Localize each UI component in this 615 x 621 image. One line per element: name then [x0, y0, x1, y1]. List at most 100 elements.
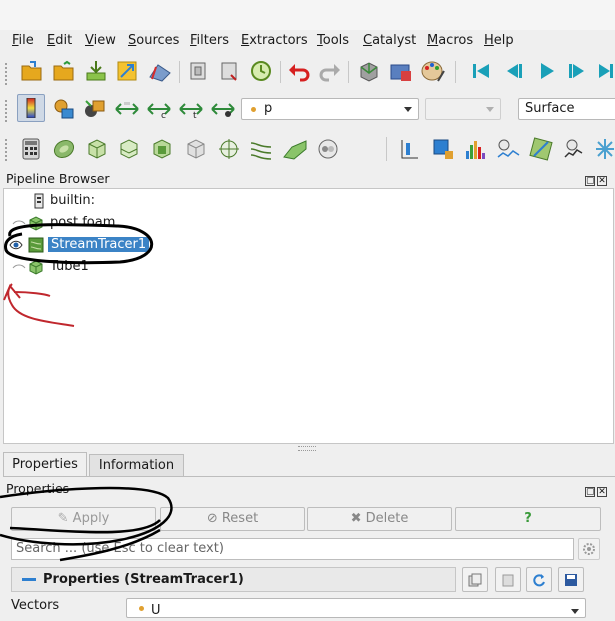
redo-icon[interactable] — [318, 60, 342, 82]
menu-catalyst-label: atalyst — [372, 33, 417, 48]
save-defaults-button[interactable] — [558, 567, 584, 592]
calculator-icon[interactable] — [20, 138, 42, 160]
menu-help-label: elp — [493, 33, 514, 48]
plot-data-over-time-icon[interactable] — [496, 137, 522, 161]
eye-open-icon[interactable] — [9, 239, 23, 251]
close-icon[interactable]: ✕ — [597, 176, 607, 186]
plot-selection-over-time-icon[interactable] — [529, 137, 555, 161]
component-combo[interactable] — [425, 98, 501, 120]
toggle-color-legend-button[interactable] — [17, 94, 45, 122]
delete-button[interactable]: ✖ Delete — [307, 507, 452, 531]
group-datasets-icon[interactable] — [316, 137, 340, 161]
gradient-icon[interactable] — [594, 137, 615, 161]
probe-location-icon[interactable] — [431, 137, 455, 161]
pipeline-item-post-foam[interactable]: post.foam — [4, 213, 613, 233]
open-folder-icon[interactable] — [52, 60, 76, 82]
toolbar-grip[interactable] — [5, 137, 8, 163]
rescale-visible-range-icon[interactable] — [210, 99, 236, 119]
menu-macros[interactable]: Macros — [427, 33, 473, 48]
pipeline-item-label-selected: StreamTracer1 — [48, 237, 150, 252]
pipeline-item-streamtracer1[interactable]: StreamTracer1 — [4, 235, 613, 255]
splitter-handle[interactable] — [298, 446, 316, 451]
apply-button[interactable]: ✎ Apply — [11, 507, 156, 531]
play-icon[interactable] — [536, 60, 558, 82]
capture-screenshot-icon[interactable] — [388, 59, 414, 83]
threshold-icon[interactable] — [150, 137, 174, 161]
chevron-down-icon — [571, 609, 579, 614]
python-calculator-icon[interactable] — [562, 137, 586, 161]
representation-combo[interactable]: Surface — [518, 98, 615, 120]
last-frame-icon[interactable] — [596, 60, 615, 82]
toolbar-grip[interactable] — [5, 98, 8, 124]
contour-icon[interactable] — [52, 137, 76, 161]
pipeline-item-tube1[interactable]: Tube1 — [4, 257, 613, 277]
redo-camera-icon[interactable] — [218, 59, 240, 83]
delete-label: Delete — [365, 511, 409, 526]
search-input[interactable]: Search ... (use Esc to clear text) — [11, 538, 574, 560]
glyph-icon[interactable] — [216, 137, 242, 161]
menu-sources[interactable]: Sources — [128, 33, 179, 48]
menu-tools[interactable]: Tools — [317, 33, 349, 48]
warp-by-vector-icon[interactable] — [282, 137, 308, 161]
help-button[interactable]: ? — [455, 507, 601, 531]
tab-properties[interactable]: Properties — [3, 452, 87, 476]
menu-help[interactable]: Help — [484, 33, 514, 48]
chevron-down-icon — [486, 107, 494, 112]
pipeline-item-builtin[interactable]: builtin: — [4, 191, 613, 211]
next-frame-icon[interactable] — [566, 60, 588, 82]
first-frame-icon[interactable] — [470, 60, 492, 82]
reset-range-icon[interactable] — [82, 97, 106, 121]
menu-view-mnemonic: V — [85, 33, 94, 48]
undock-icon[interactable]: ▢ — [585, 487, 595, 497]
camera-link-icon[interactable] — [357, 59, 381, 83]
reset-session-icon[interactable] — [249, 59, 273, 83]
paste-button[interactable] — [495, 567, 521, 592]
rescale-temporal-range-icon[interactable]: t — [178, 99, 204, 119]
undo-camera-icon[interactable] — [187, 59, 209, 83]
close-icon[interactable]: ✕ — [597, 487, 607, 497]
color-by-combo[interactable]: p — [241, 98, 419, 120]
open-file-icon[interactable] — [20, 60, 44, 82]
menu-help-mnemonic: H — [484, 33, 494, 48]
menu-edit[interactable]: Edit — [47, 33, 72, 48]
slice-icon[interactable] — [117, 137, 141, 161]
pipeline-browser-tree[interactable]: builtin: post.foam StreamTracer1 Tube1 — [3, 188, 614, 444]
menu-view[interactable]: View — [85, 33, 116, 48]
menu-file[interactable]: File — [12, 33, 34, 48]
stream-tracer-icon — [28, 237, 44, 253]
menu-edit-label: dit — [55, 33, 73, 48]
reload-button[interactable] — [526, 567, 552, 592]
eye-closed-icon[interactable] — [12, 219, 26, 229]
previous-frame-icon[interactable] — [503, 60, 525, 82]
reset-button[interactable]: ⊘ Reset — [160, 507, 305, 531]
rescale-custom-range-c-icon[interactable]: c — [146, 99, 172, 119]
menu-extractors[interactable]: Extractors — [241, 33, 308, 48]
undock-icon[interactable]: ▢ — [585, 176, 595, 186]
extract-subset-icon[interactable] — [184, 137, 208, 161]
menu-file-label: ile — [18, 33, 34, 48]
load-state-icon[interactable] — [84, 59, 108, 83]
representation-value: Surface — [525, 101, 575, 116]
rescale-custom-range-icon[interactable] — [114, 99, 140, 119]
color-palette-icon[interactable] — [420, 59, 446, 83]
advanced-settings-button[interactable] — [578, 538, 600, 560]
tab-information[interactable]: Information — [89, 454, 184, 476]
menu-filters[interactable]: Filters — [190, 33, 229, 48]
undo-icon[interactable] — [287, 60, 311, 82]
copy-button[interactable] — [462, 567, 488, 592]
toolbar-grip[interactable] — [5, 61, 8, 87]
stream-tracer-icon[interactable] — [249, 137, 273, 161]
vectors-combo[interactable]: U — [126, 598, 586, 618]
point-data-icon — [251, 107, 256, 112]
plot-over-line-icon[interactable] — [398, 137, 420, 161]
menu-catalyst[interactable]: Catalyst — [363, 33, 416, 48]
python-shell-icon[interactable] — [147, 59, 173, 83]
pipeline-item-label: Tube1 — [50, 259, 89, 274]
representation-toolbar: c t p Surface — [0, 92, 615, 126]
eye-closed-icon[interactable] — [12, 263, 26, 273]
connect-icon[interactable] — [115, 59, 139, 83]
histogram-icon[interactable] — [463, 137, 489, 161]
properties-section-header[interactable]: Properties (StreamTracer1) — [11, 567, 456, 592]
clip-icon[interactable] — [85, 137, 109, 161]
edit-color-map-icon[interactable] — [51, 97, 75, 121]
